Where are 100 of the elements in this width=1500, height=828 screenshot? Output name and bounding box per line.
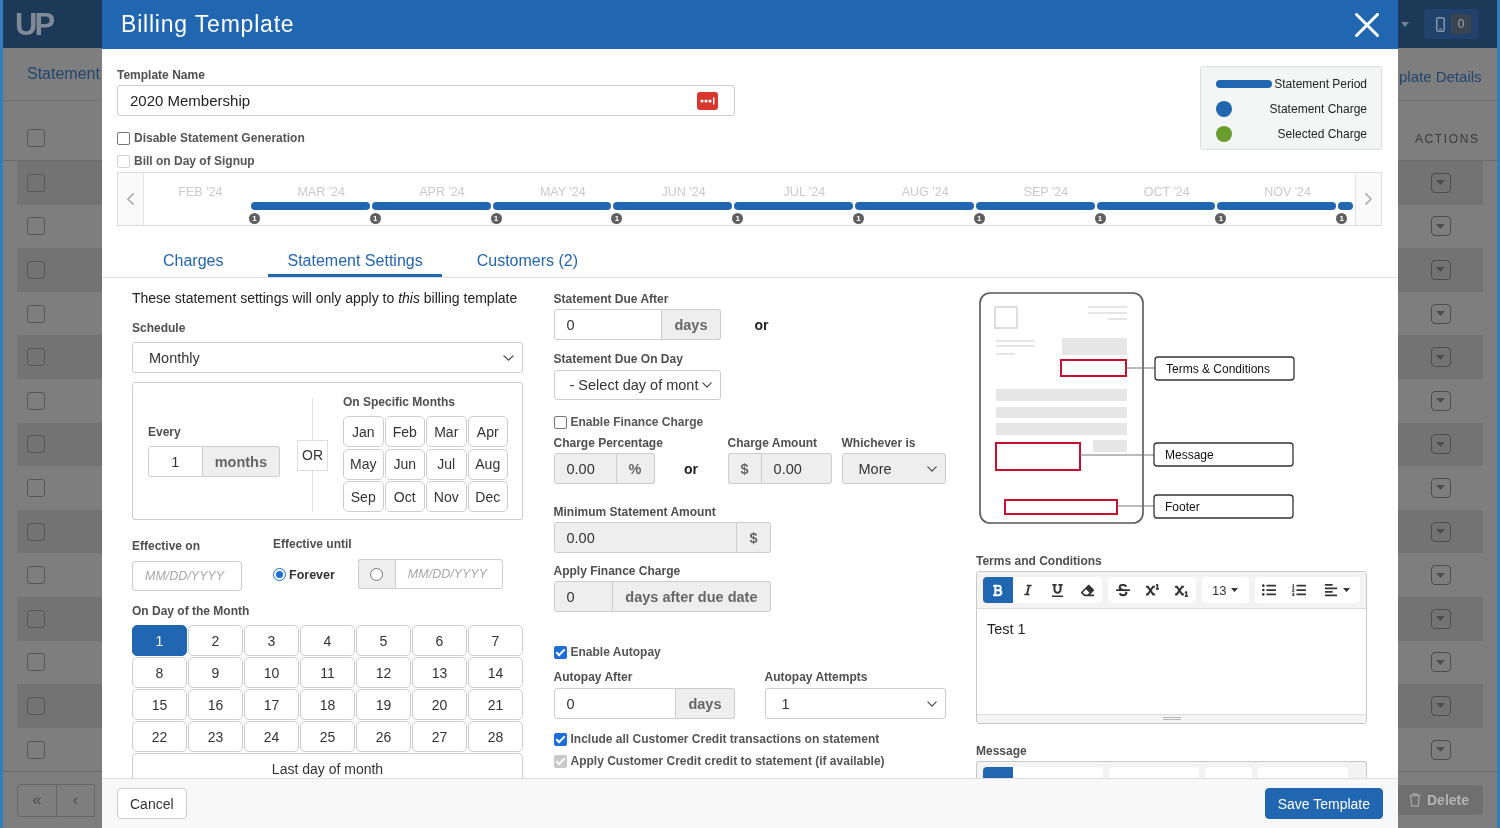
checkbox[interactable] <box>553 645 567 659</box>
day-button[interactable]: 22 <box>132 721 187 752</box>
month-button[interactable]: Jun <box>384 448 425 480</box>
actions-button[interactable] <box>1430 477 1451 498</box>
day-button[interactable]: 17 <box>244 689 299 720</box>
day-button[interactable]: 10 <box>244 657 299 688</box>
template-name-field[interactable]: 2020 Membership <box>117 85 735 116</box>
actions-button[interactable] <box>1430 565 1451 586</box>
save-button[interactable]: Save Template <box>1264 788 1383 819</box>
cancel-button[interactable]: Cancel <box>117 788 187 819</box>
checkbox[interactable] <box>27 653 45 672</box>
checkbox[interactable] <box>27 348 45 367</box>
actions-button[interactable] <box>1430 303 1451 324</box>
day-button[interactable]: 5 <box>356 625 411 656</box>
day-button[interactable]: 11 <box>300 657 355 688</box>
checkbox[interactable] <box>27 478 45 497</box>
checkbox[interactable] <box>117 131 130 145</box>
month-button[interactable]: May <box>343 448 384 480</box>
actions-button[interactable] <box>1430 260 1451 280</box>
tab[interactable]: Statement Settings <box>268 238 442 277</box>
month-button[interactable]: Sep <box>343 481 384 512</box>
day-button[interactable]: 16 <box>188 689 243 720</box>
checkbox[interactable] <box>27 173 45 192</box>
number-field[interactable]: 0 <box>553 688 677 719</box>
actions-button[interactable] <box>1430 521 1451 542</box>
day-button[interactable]: 18 <box>300 689 355 720</box>
day-button[interactable]: 21 <box>468 689 523 720</box>
day-select[interactable]: - Select day of mont <box>553 370 721 400</box>
actions-button[interactable] <box>1430 347 1451 368</box>
actions-button[interactable] <box>1430 434 1451 455</box>
day-button[interactable]: 15 <box>132 689 187 720</box>
day-button[interactable]: 3 <box>244 625 299 656</box>
actions-button[interactable] <box>1430 608 1451 629</box>
day-button[interactable]: 14 <box>468 657 523 688</box>
scroll-right-button[interactable] <box>1355 173 1381 225</box>
date-field[interactable]: MM/DD/YYYY <box>394 559 503 589</box>
day-button[interactable]: 12 <box>356 657 411 688</box>
tab[interactable]: Charges <box>144 238 243 277</box>
day-button[interactable]: 23 <box>188 721 243 752</box>
month-button[interactable]: Oct <box>384 481 425 512</box>
checkbox[interactable] <box>27 435 45 454</box>
actions-button[interactable] <box>1430 695 1451 716</box>
attempts-select[interactable]: 1 <box>764 688 946 719</box>
checkbox[interactable] <box>27 304 45 323</box>
day-button[interactable]: 25 <box>300 721 355 752</box>
month-button[interactable]: Apr <box>467 416 508 447</box>
last-day-button[interactable]: Last day of month <box>132 753 523 778</box>
day-button[interactable]: 6 <box>412 625 467 656</box>
checkbox[interactable] <box>27 391 45 410</box>
number-field[interactable]: 1 <box>148 446 203 477</box>
checkbox[interactable] <box>27 217 45 236</box>
checkbox[interactable] <box>27 129 45 147</box>
day-button[interactable]: 20 <box>412 689 467 720</box>
scroll-left-button[interactable] <box>118 173 144 225</box>
radio-button[interactable] <box>370 567 384 581</box>
day-button[interactable]: 13 <box>412 657 467 688</box>
day-button[interactable]: 2 <box>188 625 243 656</box>
day-button[interactable]: 4 <box>300 625 355 656</box>
day-button[interactable]: 19 <box>356 689 411 720</box>
day-button[interactable]: 1 <box>132 625 187 656</box>
number-field[interactable]: 0 <box>553 309 663 340</box>
editor-content-field[interactable]: Test 1 <box>977 609 1366 714</box>
checkbox[interactable] <box>27 609 45 628</box>
radio-button[interactable] <box>273 568 286 581</box>
day-button[interactable]: 9 <box>188 657 243 688</box>
schedule-select[interactable]: Monthly <box>132 342 523 373</box>
day-button[interactable]: 26 <box>356 721 411 752</box>
month-button[interactable]: Jan <box>343 416 384 447</box>
toolbar-button[interactable] <box>983 767 1013 778</box>
resize-handle[interactable] <box>1162 717 1181 721</box>
month-button[interactable]: Feb <box>384 416 425 447</box>
day-button[interactable]: 24 <box>244 721 299 752</box>
close-button[interactable] <box>1354 11 1380 38</box>
font-size-dropdown[interactable]: 13 <box>1201 577 1249 603</box>
actions-button[interactable] <box>1430 216 1451 237</box>
checkbox[interactable] <box>27 261 45 279</box>
bold-button[interactable] <box>983 577 1013 603</box>
tab[interactable]: Customers (2) <box>457 238 598 277</box>
checkbox[interactable] <box>553 732 567 746</box>
day-button[interactable]: 8 <box>132 657 187 688</box>
month-button[interactable]: Dec <box>467 481 508 512</box>
checkbox[interactable] <box>27 522 45 541</box>
checkbox[interactable] <box>27 566 45 585</box>
actions-button[interactable] <box>1430 739 1451 760</box>
checkbox[interactable] <box>27 740 45 759</box>
phone-button[interactable]: 0 <box>1424 9 1479 39</box>
day-button[interactable]: 7 <box>468 625 523 656</box>
actions-button[interactable] <box>1430 390 1451 411</box>
month-button[interactable]: Jul <box>426 448 467 480</box>
month-button[interactable]: Mar <box>426 416 467 447</box>
day-button[interactable]: 28 <box>468 721 523 752</box>
checkbox[interactable] <box>553 415 567 429</box>
day-button[interactable]: 27 <box>412 721 467 752</box>
actions-button[interactable] <box>1430 652 1451 673</box>
charge-marker: 1 <box>1094 213 1106 224</box>
month-button[interactable]: Nov <box>426 481 467 512</box>
checkbox[interactable] <box>27 696 45 715</box>
date-field[interactable]: MM/DD/YYYY <box>132 561 242 591</box>
actions-button[interactable] <box>1430 172 1451 193</box>
month-button[interactable]: Aug <box>467 448 508 480</box>
